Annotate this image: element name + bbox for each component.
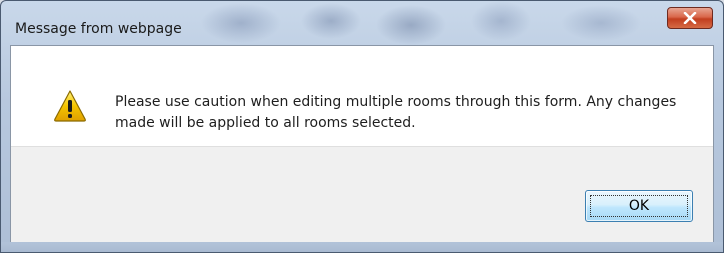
message-text: Please use caution when editing multiple… — [115, 94, 677, 131]
message-area: Please use caution when editing multiple… — [11, 46, 713, 146]
ok-button-label: OK — [628, 198, 650, 214]
button-bar: OK — [11, 146, 713, 243]
message-dialog: Message from webpage Please use caution … — [0, 0, 724, 253]
dialog-title: Message from webpage — [15, 21, 182, 37]
window-bottom-border — [1, 242, 723, 252]
title-bar[interactable]: Message from webpage — [1, 1, 723, 45]
close-button[interactable] — [667, 7, 713, 29]
ok-button[interactable]: OK — [585, 190, 693, 222]
dialog-body: Please use caution when editing multiple… — [10, 45, 714, 243]
close-icon — [683, 12, 697, 24]
warning-icon — [54, 90, 86, 122]
